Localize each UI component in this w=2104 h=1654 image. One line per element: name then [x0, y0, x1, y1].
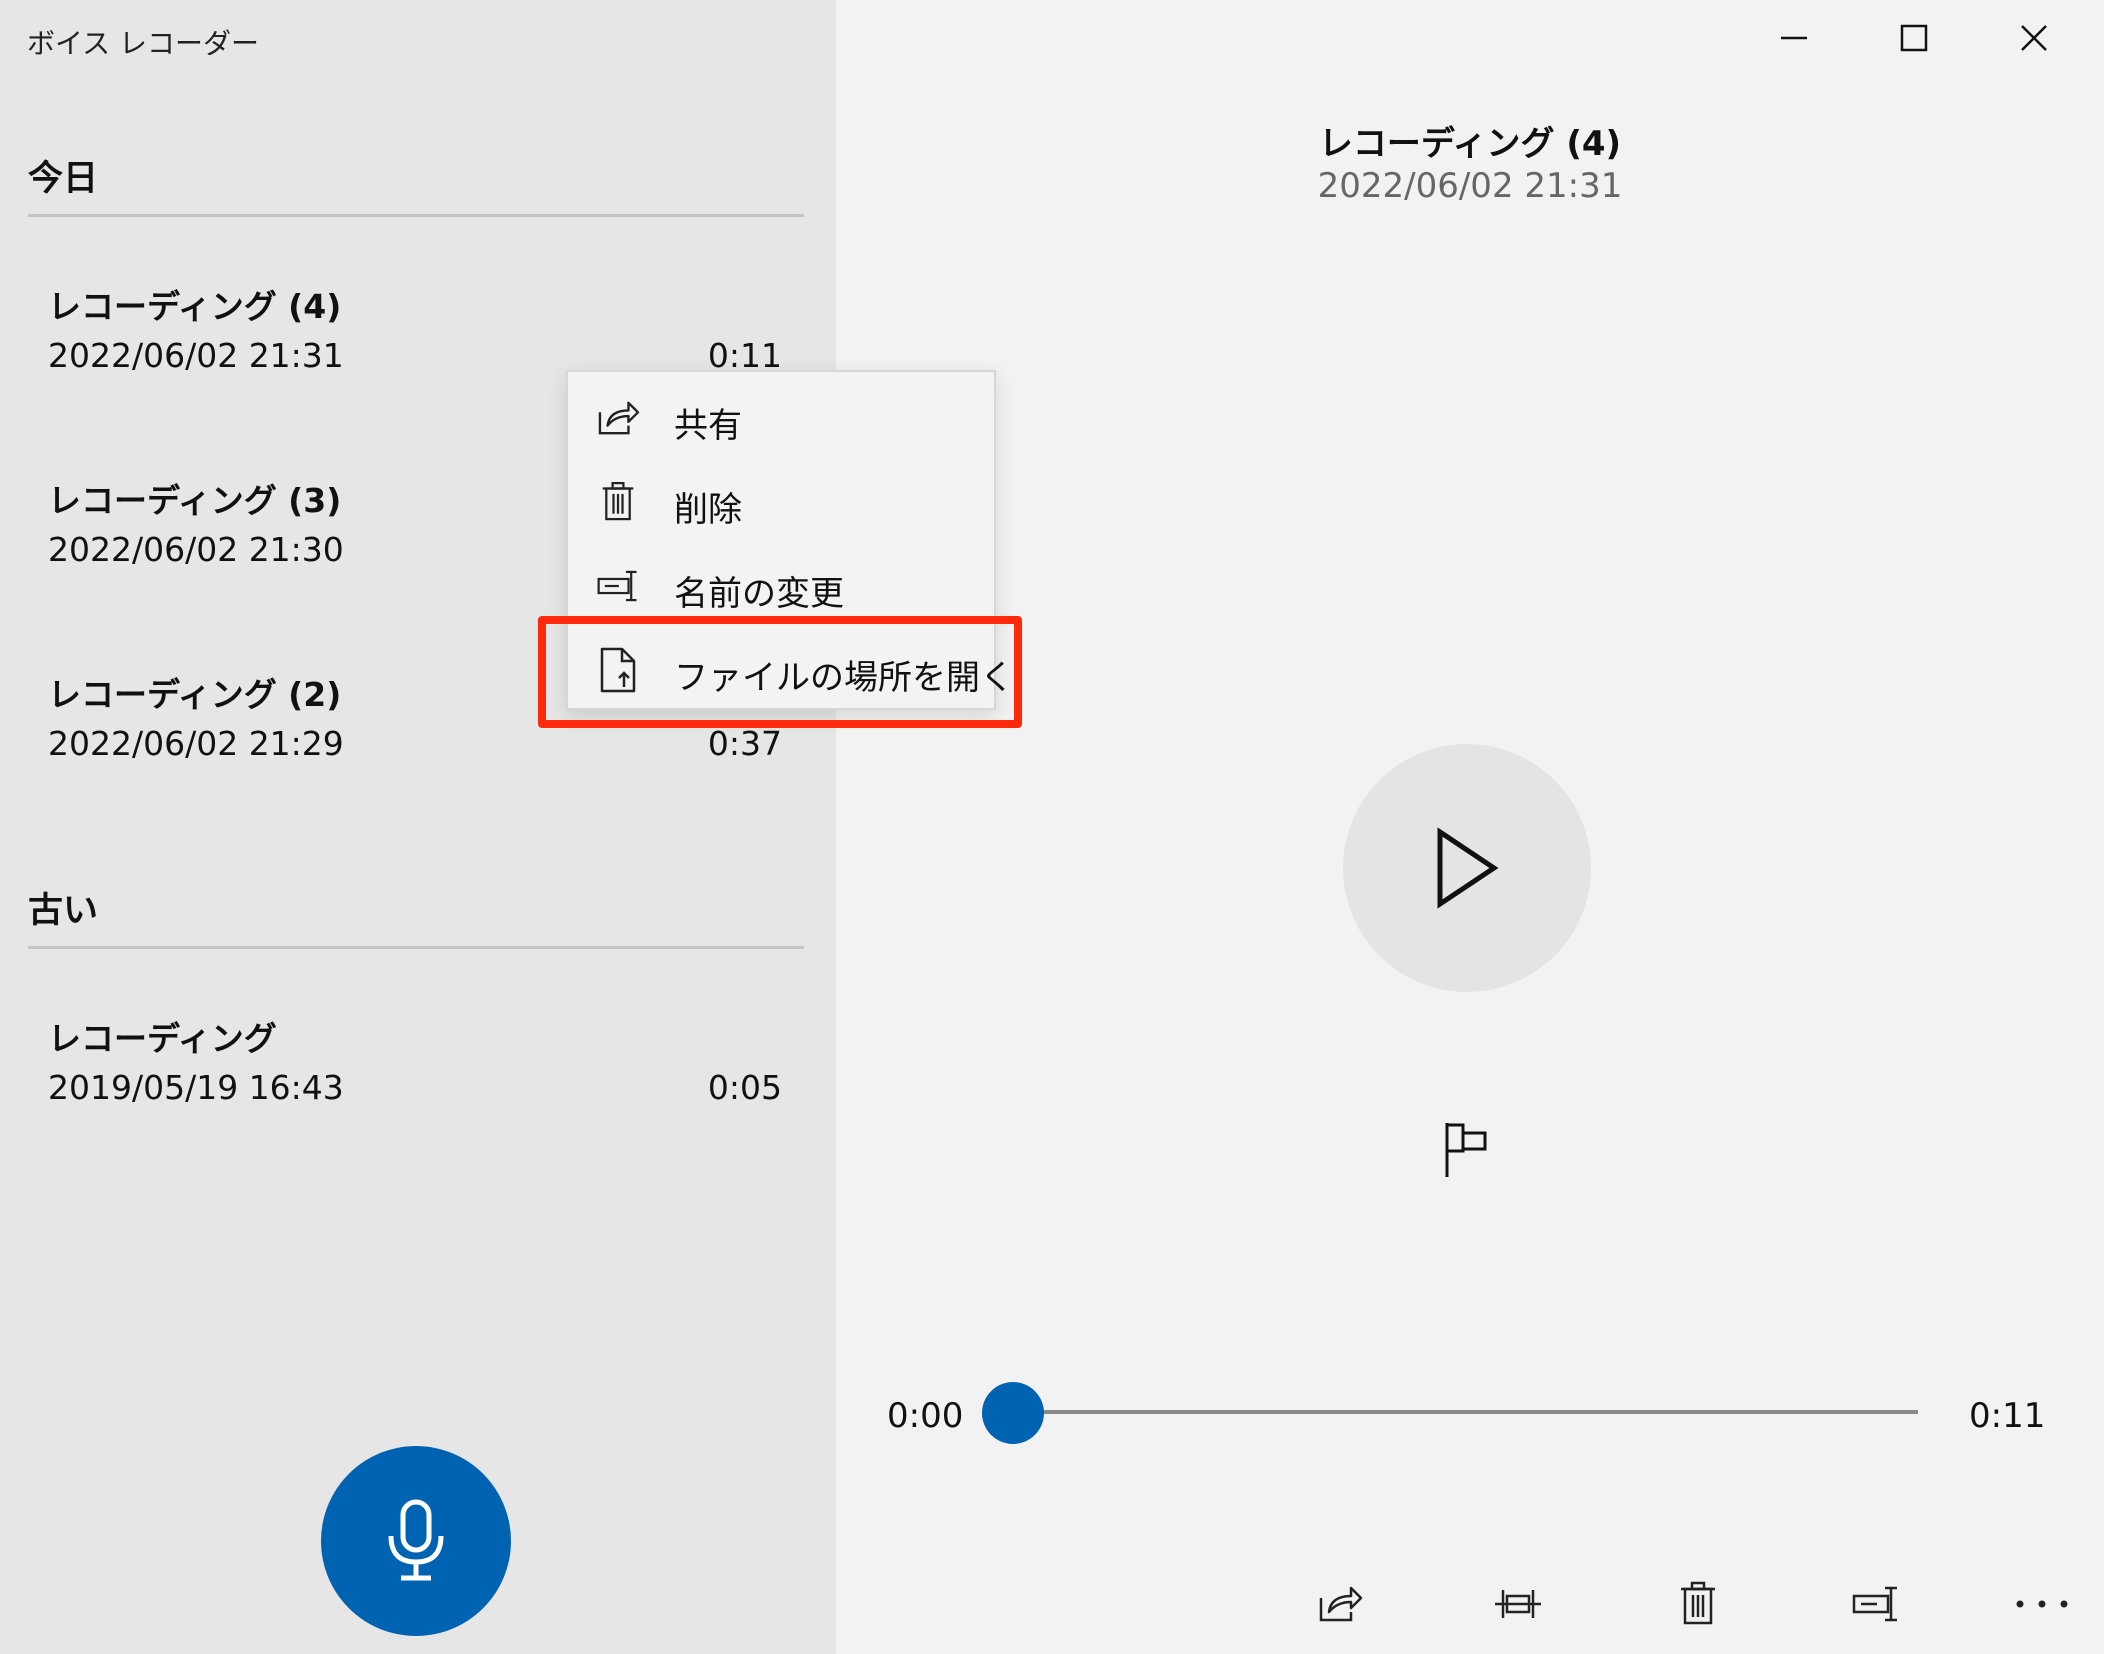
more-icon [2016, 1600, 2068, 1608]
delete-button[interactable] [1666, 1572, 1730, 1636]
share-icon [1319, 1586, 1363, 1622]
share-icon [598, 401, 640, 435]
maximize-button[interactable] [1876, 12, 1952, 64]
menu-item-rename[interactable]: 名前の変更 [568, 546, 994, 626]
section-divider [28, 214, 804, 217]
menu-item-label: 削除 [674, 490, 742, 530]
recording-date: 2022/06/02 21:31 [1317, 166, 1623, 206]
recording-date: 2022/06/02 21:29 [48, 724, 344, 763]
microphone-icon [388, 1499, 444, 1581]
trash-icon [1681, 1581, 1715, 1625]
recording-list-item[interactable]: レコーディング 2019/05/19 16:43 0:05 [48, 1012, 788, 1162]
menu-item-open-file-location[interactable]: ファイルの場所を開く [568, 630, 1014, 710]
recordings-sidebar: ボイス レコーダー 今日 レコーディング (4) 2022/06/02 21:3… [0, 0, 836, 1654]
menu-item-label: 名前の変更 [674, 574, 844, 614]
total-time: 0:11 [1969, 1396, 2046, 1436]
context-menu: 共有 削除 名前の変更 ファイルの場所を開く [566, 370, 1014, 710]
section-title-today: 今日 [28, 159, 99, 199]
add-marker-button[interactable] [1436, 1118, 1500, 1182]
app-title: ボイス レコーダー [27, 27, 260, 60]
open-file-location-icon [600, 647, 636, 693]
current-time: 0:00 [887, 1396, 964, 1436]
flag-icon [1445, 1123, 1487, 1177]
seek-bar[interactable] [1014, 1410, 1918, 1414]
seek-thumb[interactable] [982, 1382, 1044, 1444]
recording-name: レコーディング (4) [48, 287, 342, 326]
section-divider [28, 946, 804, 949]
close-button[interactable] [1996, 12, 2072, 64]
playback-pane: レコーディング (4) 2022/06/02 21:31 0:00 0:11 [836, 0, 2104, 1654]
minimize-icon [1781, 36, 1807, 40]
recording-name: レコーディング (2) [48, 675, 342, 714]
menu-item-label: 共有 [674, 406, 742, 446]
record-button[interactable] [321, 1446, 511, 1636]
rename-icon [1852, 1586, 1897, 1622]
recording-duration: 0:37 [707, 724, 782, 763]
play-button[interactable] [1343, 744, 1591, 992]
recording-name: レコーディング [48, 1019, 277, 1058]
recording-duration: 0:05 [707, 1068, 782, 1107]
minimize-button[interactable] [1756, 12, 1832, 64]
section-title-older: 古い [28, 891, 99, 931]
recording-date: 2019/05/19 16:43 [48, 1068, 344, 1107]
menu-item-label: ファイルの場所を開く [674, 658, 1014, 698]
recording-title: レコーディング (4) [1318, 124, 1622, 164]
rename-button[interactable] [1844, 1572, 1908, 1636]
more-button[interactable] [2010, 1572, 2074, 1636]
play-icon [1437, 827, 1499, 909]
share-button[interactable] [1308, 1572, 1372, 1636]
recording-name: レコーディング (3) [48, 481, 342, 520]
recording-date: 2022/06/02 21:31 [48, 336, 344, 375]
trash-icon [602, 481, 634, 521]
recording-date: 2022/06/02 21:30 [48, 530, 344, 569]
close-icon [2021, 25, 2047, 51]
menu-item-delete[interactable]: 削除 [568, 462, 994, 542]
rename-icon [597, 570, 637, 602]
maximize-icon [1900, 24, 1928, 52]
menu-item-share[interactable]: 共有 [568, 378, 994, 458]
trim-button[interactable] [1486, 1572, 1550, 1636]
trim-icon [1495, 1590, 1541, 1618]
